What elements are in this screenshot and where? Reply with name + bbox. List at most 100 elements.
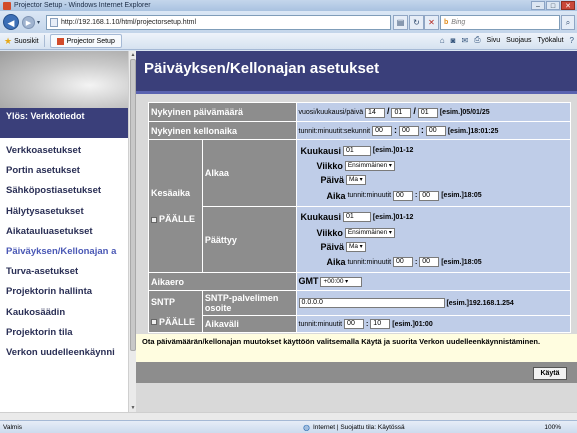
- start-month-example: [esim.]01-12: [372, 147, 414, 154]
- time-hour-input[interactable]: 00: [372, 126, 393, 137]
- history-dropdown-icon[interactable]: ▾: [37, 19, 40, 26]
- end-day-select[interactable]: Ma: [345, 241, 366, 252]
- sntp-enable-checkbox[interactable]: [151, 319, 157, 326]
- sntp-interval-row: Aikaväli tunnit:minuutit 00 : 10 [esim.]…: [149, 315, 571, 333]
- sidebar-item-email-settings[interactable]: Sähköpostiasetukset: [6, 181, 128, 201]
- sidebar-item-network-restart[interactable]: Verkon uudelleenkäynni: [6, 343, 128, 363]
- sidebar-item-date-time-settings[interactable]: Päiväyksen/Kellonajan a: [6, 242, 128, 262]
- time-second-input[interactable]: 00: [425, 126, 446, 137]
- tools-menu[interactable]: Työkalut: [537, 37, 563, 44]
- date-row: Nykyinen päivämäärä vuosi/kuukausi/päivä…: [148, 102, 571, 122]
- command-bar: ⌂ ◙ ✉ ⎙ Sivu Suojaus Työkalut ?: [440, 35, 574, 45]
- date-value: vuosi/kuukausi/päivä 14 / 01 / 01 [esim.…: [295, 102, 571, 122]
- close-button[interactable]: ✕: [561, 1, 575, 10]
- date-separator: /: [387, 106, 390, 117]
- security-zone[interactable]: ◍ Internet | Suojattu tila: Käytössä: [303, 423, 405, 432]
- date-example: [esim.]05/01/25: [439, 109, 490, 117]
- time-value: tunnit:minuutit:sekunnit 00 : 00 : 00 [e…: [295, 121, 571, 140]
- refresh-icon[interactable]: ↻: [409, 15, 424, 30]
- dst-end-row: Päättyy Kuukausi 01 [esim.]01-12 Viikko …: [149, 206, 571, 273]
- address-bar[interactable]: http://192.168.1.10/html/projectorsetup.…: [46, 15, 391, 30]
- header-stripe: [136, 91, 577, 94]
- ie-icon: [3, 1, 11, 10]
- start-week-select[interactable]: Ensimmäinen: [344, 161, 395, 171]
- stop-icon[interactable]: ✕: [424, 15, 439, 30]
- sidebar-item-remote-control[interactable]: Kaukosäädin: [6, 303, 128, 323]
- sntp-label-cell: SNTP PÄÄLLE: [148, 290, 203, 333]
- horizontal-scrollbar[interactable]: [0, 412, 577, 420]
- settings-table: Nykyinen päivämäärä vuosi/kuukausi/päivä…: [148, 102, 571, 333]
- sntp-enable-label: PÄÄLLE: [159, 316, 195, 327]
- apply-bar: Käytä: [136, 362, 577, 383]
- date-year-input[interactable]: 14: [365, 107, 386, 118]
- start-minute-input[interactable]: 00: [419, 190, 440, 201]
- end-month-input[interactable]: 01: [342, 212, 371, 222]
- sidebar-item-projector-control[interactable]: Projektorin hallinta: [6, 282, 128, 302]
- sidebar-scrollbar[interactable]: ▲ ▼: [128, 51, 136, 412]
- sidebar-item-network-settings[interactable]: Verkkoasetukset: [6, 141, 128, 161]
- time-separator: :: [414, 258, 418, 266]
- sntp-enable: PÄÄLLE: [151, 317, 200, 327]
- timezone-select[interactable]: +00:00: [320, 277, 363, 288]
- sidebar-item-alert-settings[interactable]: Hälytysasetukset: [6, 202, 128, 222]
- sidebar-item-projector-status[interactable]: Projektorin tila: [6, 323, 128, 343]
- forward-button[interactable]: ▶: [22, 15, 35, 29]
- time-format: tunnit:minuutit:sekunnit: [298, 127, 371, 135]
- date-day-input[interactable]: 01: [417, 107, 438, 118]
- dst-start-values: Kuukausi 01 [esim.]01-12 Viikko Ensimmäi…: [295, 139, 571, 207]
- sntp-label: SNTP: [151, 296, 176, 307]
- start-month-input[interactable]: 01: [342, 145, 371, 156]
- tab-label: Projector Setup: [66, 37, 115, 45]
- sntp-server-row: SNTP PÄÄLLE SNTP-palvelimen osoite 0.0.0…: [148, 290, 571, 333]
- address-url: http://192.168.1.10/html/projectorsetup.…: [61, 19, 197, 26]
- time-row: Nykyinen kellonaika tunnit:minuutit:seku…: [148, 121, 571, 140]
- search-icon[interactable]: ⌕: [561, 15, 575, 30]
- apply-note: Ota päivämäärän/kellonajan muutokset käy…: [136, 334, 577, 362]
- dst-enable-checkbox[interactable]: [151, 216, 157, 223]
- minimize-button[interactable]: –: [531, 1, 545, 10]
- print-icon[interactable]: ⎙: [474, 35, 480, 45]
- compatibility-icon[interactable]: ▤: [393, 15, 408, 30]
- back-button[interactable]: ◀: [3, 14, 19, 30]
- start-time-example: [esim.]18:05: [441, 192, 482, 199]
- page-menu[interactable]: Sivu: [487, 37, 501, 44]
- safety-menu[interactable]: Suojaus: [506, 37, 531, 44]
- end-time-label: Aika: [326, 257, 346, 267]
- time-minute-input[interactable]: 00: [398, 126, 419, 137]
- mail-icon[interactable]: ✉: [461, 36, 468, 45]
- end-week-select[interactable]: Ensimmäinen: [344, 227, 395, 238]
- zoom-level[interactable]: 100%: [544, 424, 561, 431]
- interval-format: tunnit:minuutit: [298, 320, 343, 328]
- home-icon[interactable]: ⌂: [440, 36, 445, 45]
- title-bar: Projector Setup - Windows Internet Explo…: [0, 0, 577, 11]
- page-title: Päiväyksen/Kellonajan asetukset: [136, 51, 577, 91]
- help-icon[interactable]: ?: [570, 36, 574, 45]
- feeds-icon[interactable]: ◙: [451, 36, 456, 45]
- timezone-value: GMT +00:00: [295, 272, 571, 291]
- dst-end-label: Päättyy: [201, 206, 297, 273]
- favorites-label: Suosikit: [14, 37, 39, 45]
- interval-minute-input[interactable]: 10: [370, 319, 391, 329]
- sidebar-item-schedule-settings[interactable]: Aikatauluasetukset: [6, 222, 128, 242]
- status-text: Valmis: [3, 423, 23, 431]
- window-title: Projector Setup - Windows Internet Explo…: [14, 2, 151, 9]
- interval-example: [esim.]01:00: [392, 320, 433, 328]
- dst-label: Kesäaika: [151, 188, 191, 198]
- start-day-select[interactable]: Ma: [345, 175, 366, 185]
- end-minute-input[interactable]: 00: [419, 257, 440, 267]
- start-hour-input[interactable]: 00: [393, 190, 414, 201]
- maximize-button[interactable]: □: [546, 1, 560, 10]
- sidebar-item-port-settings[interactable]: Portin asetukset: [6, 161, 128, 181]
- end-hour-input[interactable]: 00: [393, 257, 414, 267]
- sidebar-item-security-settings[interactable]: Turva-asetukset: [6, 262, 128, 282]
- dst-enable: PÄÄLLE: [151, 214, 200, 224]
- sidebar-home-link[interactable]: Ylös: Verkkotiedot: [0, 108, 128, 138]
- interval-hour-input[interactable]: 00: [344, 319, 365, 329]
- browser-tab[interactable]: Projector Setup: [49, 34, 122, 48]
- search-box[interactable]: b Bing: [440, 15, 560, 30]
- date-month-input[interactable]: 01: [391, 107, 412, 118]
- favorites-button[interactable]: ★ Suosikit: [4, 36, 39, 47]
- apply-button[interactable]: Käytä: [533, 367, 567, 380]
- sntp-server-input[interactable]: 0.0.0.0: [298, 298, 445, 308]
- tab-icon: [56, 37, 64, 45]
